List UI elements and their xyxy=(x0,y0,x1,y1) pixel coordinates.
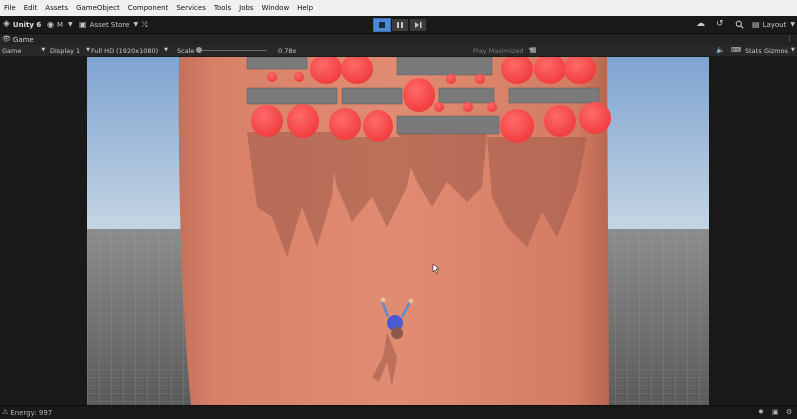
menu-jobs[interactable]: Jobs xyxy=(235,0,257,16)
search-icon xyxy=(735,20,744,29)
play-mode-dropdown[interactable]: Play Maximized ▼ xyxy=(473,45,532,56)
menu-assets[interactable]: Assets xyxy=(41,0,72,16)
more-options-icon: ⋮ xyxy=(786,35,793,43)
cache-button[interactable]: ▣ xyxy=(772,406,779,419)
unity-logo-icon: ◈ xyxy=(3,19,10,29)
mute-audio-button[interactable]: 🔈 xyxy=(716,45,725,56)
chevron-down-icon: ▼ xyxy=(68,20,73,28)
status-bar: ⚠ Energy: 997 ✹ ▣ ⚙ xyxy=(0,405,797,419)
account-dropdown[interactable]: ◉ M ▼ xyxy=(47,16,73,33)
step-icon xyxy=(415,22,422,28)
progress-button[interactable]: ✹ xyxy=(758,406,764,419)
cloud-icon: ☁ xyxy=(696,19,705,29)
resolution-label: Full HD (1920x1080) xyxy=(91,46,159,55)
settings-button[interactable]: ⚙ xyxy=(786,406,792,419)
unity-app-label: Unity 6 xyxy=(12,20,42,29)
shortcuts-button[interactable]: ⌨ xyxy=(731,45,741,56)
account-label: M xyxy=(56,20,64,29)
view-mode-label: Game xyxy=(2,46,22,55)
menu-component[interactable]: Component xyxy=(124,0,173,16)
menu-bar: File Edit Assets GameObject Component Se… xyxy=(0,0,797,17)
gear-icon: ⚙ xyxy=(786,408,793,416)
version-control-button[interactable]: ⤨ xyxy=(141,16,147,33)
scale-value: 0.78x xyxy=(278,46,297,55)
game-controller-icon: 👁 xyxy=(2,35,11,43)
scale-slider-track[interactable] xyxy=(197,50,267,51)
chevron-down-icon: ▼ xyxy=(133,20,139,28)
layout-icon: ▤ xyxy=(752,19,760,29)
pause-icon xyxy=(397,22,403,28)
asset-store-label: Asset Store xyxy=(89,20,130,29)
unity-app-button[interactable]: ◈ Unity 6 xyxy=(3,16,41,33)
cache-icon: ▣ xyxy=(772,408,779,416)
speaker-icon: 🔈 xyxy=(716,46,725,54)
display-label: Display 1 xyxy=(50,46,81,55)
play-mode-label: Play Maximized xyxy=(473,46,524,55)
gizmos-label: Gizmos xyxy=(764,46,788,55)
history-button[interactable]: ↺ xyxy=(716,16,724,33)
console-status[interactable]: ⚠ Energy: 997 xyxy=(2,406,52,419)
game-view[interactable] xyxy=(87,57,709,405)
history-icon: ↺ xyxy=(716,19,724,29)
search-button[interactable] xyxy=(735,16,744,33)
cloud-button[interactable]: ☁ xyxy=(696,16,705,33)
lock-icon: ▦ xyxy=(530,46,537,54)
gizmos-dropdown[interactable]: Gizmos ▼ xyxy=(764,45,795,56)
keyboard-icon: ⌨ xyxy=(731,46,742,54)
tab-game[interactable]: 👁 Game xyxy=(2,34,34,45)
play-button[interactable] xyxy=(373,18,391,32)
resolution-dropdown[interactable]: Full HD (1920x1080) ▼ xyxy=(91,45,168,56)
chevron-down-icon: ▼ xyxy=(790,20,795,28)
chevron-down-icon: ▼ xyxy=(41,47,46,53)
layout-dropdown[interactable]: ▤ Layout ▼ xyxy=(752,16,795,33)
scale-slider-handle[interactable] xyxy=(196,47,202,53)
inspector-lock-button[interactable]: ▦ xyxy=(530,45,537,56)
energy-log-text: Energy: 997 xyxy=(10,408,53,417)
menu-file[interactable]: File xyxy=(0,0,20,16)
game-render xyxy=(87,57,709,405)
menu-help[interactable]: Help xyxy=(293,0,317,16)
game-view-controls: Game ▼ Display 1 ▼ Full HD (1920x1080) ▼… xyxy=(0,45,797,57)
asset-store-button[interactable]: ▣ Asset Store ▼ xyxy=(79,16,138,33)
pause-button[interactable] xyxy=(391,18,409,32)
stop-icon xyxy=(379,22,385,28)
asset-store-icon: ▣ xyxy=(79,19,87,29)
chevron-down-icon: ▼ xyxy=(164,47,169,53)
account-icon: ◉ xyxy=(47,19,54,29)
tab-game-label: Game xyxy=(12,35,34,44)
stats-toggle[interactable]: Stats xyxy=(745,45,762,56)
menu-gameobject[interactable]: GameObject xyxy=(72,0,124,16)
info-icon: ⚠ xyxy=(2,408,9,416)
chevron-down-icon: ▼ xyxy=(86,47,91,53)
window-tab-bar: 👁 Game ⋮ xyxy=(0,34,797,45)
menu-window[interactable]: Window xyxy=(258,0,294,16)
chevron-down-icon: ▼ xyxy=(790,47,795,53)
scale-label: Scale xyxy=(177,46,195,55)
branch-icon: ⤨ xyxy=(141,19,148,29)
display-dropdown[interactable]: Display 1 ▼ xyxy=(50,45,90,56)
tab-options-button[interactable]: ⋮ xyxy=(786,34,793,45)
step-button[interactable] xyxy=(409,18,427,32)
menu-edit[interactable]: Edit xyxy=(20,0,42,16)
main-toolbar: ◈ Unity 6 ◉ M ▼ ▣ Asset Store ▼ ⤨ ☁ ↺ ▤ … xyxy=(0,16,797,34)
layout-label: Layout xyxy=(762,20,787,29)
view-mode-dropdown[interactable]: Game ▼ xyxy=(2,45,45,56)
progress-icon: ✹ xyxy=(758,408,764,416)
menu-services[interactable]: Services xyxy=(172,0,210,16)
menu-tools[interactable]: Tools xyxy=(210,0,235,16)
